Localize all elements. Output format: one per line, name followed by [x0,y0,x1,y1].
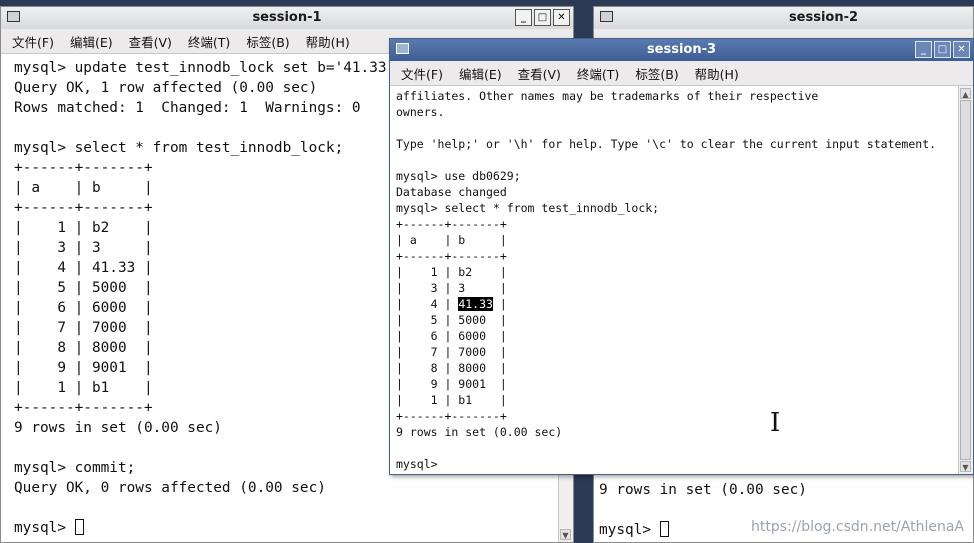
menu-tabs[interactable]: 标签(B) [630,64,683,83]
terminal-line: +------+-------+ [396,217,507,231]
terminal-line: | 7 | 7000 | [396,345,507,359]
terminal-line: +------+-------+ [396,409,507,423]
terminal-line: | 3 | 3 | [396,281,507,295]
terminal-line: affiliates. Other names may be trademark… [396,89,819,103]
close-button[interactable]: ✕ [553,9,570,26]
scrollbar[interactable]: ▲ ▼ [958,86,973,474]
terminal-line: mysql> select * from test_innodb_lock; [396,201,660,215]
menu-tabs[interactable]: 标签(B) [241,32,294,51]
menu-terminal[interactable]: 终端(T) [183,32,235,51]
prompt-line[interactable]: mysql> [14,518,558,538]
terminal-line: | a | b | [396,233,507,247]
title-bar[interactable]: session-3 _ □ ✕ [390,39,973,62]
window-title: session-1 [252,10,322,25]
text-cursor [74,519,84,535]
selected-text[interactable]: 41.33 [458,297,493,311]
close-button[interactable]: ✕ [953,41,970,58]
menu-help[interactable]: 帮助(H) [301,32,355,51]
menu-file[interactable]: 文件(F) [7,32,59,51]
menu-edit[interactable]: 编辑(E) [454,64,507,83]
terminal-line: | 1 | b1 | [396,393,507,407]
minimize-button[interactable]: _ [515,9,532,26]
terminal-icon [600,11,613,22]
scroll-down-arrow-icon[interactable]: ▼ [560,529,571,540]
prompt-text: mysql> [599,522,660,538]
window-title: session-3 [646,42,717,57]
terminal-line: | 4 | 41.33 | [396,297,507,311]
terminal-line: | 6 | 6000 | [396,329,507,343]
menu-bar: 文件(F) 编辑(E) 查看(V) 终端(T) 标签(B) 帮助(H) [390,61,973,86]
terminal-line: | 5 | 5000 | [396,313,507,327]
menu-help[interactable]: 帮助(H) [690,64,744,83]
maximize-button[interactable]: □ [934,41,951,58]
menu-edit[interactable]: 编辑(E) [65,32,118,51]
title-bar[interactable]: session-1 _ □ ✕ [1,7,573,30]
menu-file[interactable]: 文件(F) [396,64,448,83]
menu-terminal[interactable]: 终端(T) [572,64,624,83]
terminal-line: Type 'help;' or '\h' for help. Type '\c'… [396,137,937,151]
prompt-text: mysql> [14,520,75,536]
terminal-line: +------+-------+ [396,249,507,263]
terminal-line: | 9 | 9001 | [396,377,507,391]
terminal-line: Database changed [396,185,507,199]
terminal-output[interactable]: affiliates. Other names may be trademark… [390,86,958,474]
terminal-line: Query OK, 0 rows affected (0.00 sec) [14,480,326,496]
terminal-line: | 1 | b2 | [396,265,507,279]
i-beam-cursor-icon: I [770,408,781,438]
scroll-up-arrow-icon[interactable]: ▲ [960,88,971,99]
terminal-line: | 8 | 8000 | [396,361,507,375]
terminal-line: mysql> use db0629; [396,169,521,183]
title-bar[interactable]: session-2 [594,7,973,30]
terminal-text: 9 rows in set (0.00 sec) [599,480,973,520]
menu-view[interactable]: 查看(V) [513,64,566,83]
maximize-button[interactable]: □ [534,9,551,26]
text-cursor [659,521,669,537]
terminal-window-session-3[interactable]: session-3 _ □ ✕ 文件(F) 编辑(E) 查看(V) 终端(T) … [389,38,974,475]
scroll-down-arrow-icon[interactable]: ▼ [960,461,971,472]
terminal-line: owners. [396,105,445,119]
watermark: https://blog.csdn.net/AthlenaA [751,519,964,535]
terminal-line: 9 rows in set (0.00 sec) [599,482,807,498]
terminal-line: 9 rows in set (0.00 sec) [396,425,563,439]
scrollbar-thumb[interactable] [960,100,971,460]
minimize-button[interactable]: _ [915,41,932,58]
window-title: session-2 [788,10,859,25]
terminal-line: mysql> [396,457,438,471]
terminal-text: affiliates. Other names may be trademark… [396,88,958,472]
menu-view[interactable]: 查看(V) [124,32,177,51]
